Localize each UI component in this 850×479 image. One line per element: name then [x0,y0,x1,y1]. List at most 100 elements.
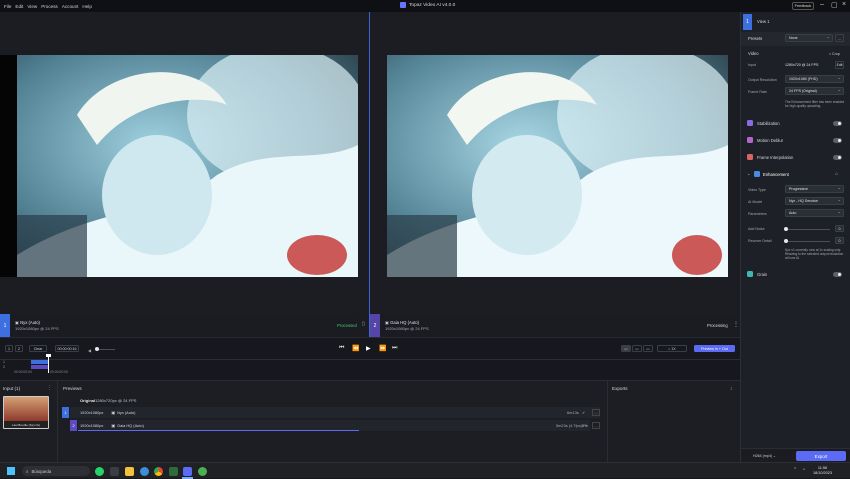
taskbar-clock[interactable]: 11:56 18/10/2023 [813,466,832,476]
playhead-handle[interactable] [46,354,51,357]
row-2-more-icon[interactable]: … [592,422,600,429]
crop-button[interactable]: ⌗ Crop [829,52,840,56]
minimize-icon[interactable]: – [820,1,824,8]
file-explorer-icon[interactable] [125,466,134,476]
zoom-select[interactable]: ⌕ 1X [657,345,687,352]
video-type-label: Video Type [748,188,766,192]
recover-detail-label: Recover Detail [748,239,772,243]
title-bar: File Edit View Process Account Help Topa… [0,0,850,12]
track-2-clip[interactable] [31,365,49,369]
edit-input-button[interactable]: Edit [835,61,844,69]
more-options-icon[interactable]: ⋮ [733,321,739,328]
presets-select[interactable]: None [785,34,833,42]
pane-1-info: ▣ Nyx (Auto) 1920x1080px @ 24 FPS Proces… [10,314,359,337]
taskbar-search[interactable]: ⌕ Búsqueda [22,466,90,476]
menu-edit[interactable]: Edit [15,4,23,9]
layout-split-icon[interactable]: ▭ [632,345,642,352]
menu-account[interactable]: Account [62,4,79,9]
lock-icon[interactable]: ⌂ [835,171,838,177]
topaz-logo-icon [400,2,406,8]
app-icon[interactable] [169,466,178,476]
video-frame-original[interactable] [17,55,358,277]
codec-select[interactable]: H264 (mp4) ⌄ [753,454,776,458]
export-button[interactable]: Export [796,451,846,461]
timecode-field[interactable]: 00:00:00:16 [55,345,79,352]
recover-detail-knob[interactable] [784,239,788,243]
view-label: View 1 [757,19,770,24]
step-back-icon[interactable]: ⏪ [352,345,359,352]
network-icon[interactable]: ◔ [802,467,805,473]
play-icon[interactable]: ▶ [366,345,371,352]
layout-single-icon[interactable]: ▭ [643,345,653,352]
menu-view[interactable]: View [27,4,37,9]
volume-knob[interactable] [95,347,99,351]
exports-sort-icon[interactable]: ↕ [730,386,733,392]
maximize-icon[interactable]: ▢ [831,1,838,9]
pane-1-subtitle: 1920x1080px @ 24 FPS [15,326,59,331]
preview-in-out-button[interactable]: Preview In + Out [694,345,735,352]
view-1-button[interactable]: 1 [5,345,13,352]
frame-interpolation-toggle[interactable] [833,155,842,160]
ai-model-select[interactable]: Nyx - HQ Denoise [785,197,844,205]
add-noise-slider[interactable] [785,229,830,230]
skip-end-icon[interactable]: ⏭ [392,345,397,352]
close-icon[interactable]: × [842,1,846,8]
letterbox-left [0,55,17,277]
menu-process[interactable]: Process [41,4,58,9]
view-2-button[interactable]: 2 [15,345,23,352]
model-icon: ▣ [15,320,19,325]
video-frame-enhanced[interactable] [387,55,728,277]
skip-start-icon[interactable]: ⏮ [339,345,344,352]
whatsapp-icon[interactable] [95,466,104,476]
edge-icon[interactable] [140,466,149,476]
motion-deblur-toggle[interactable] [833,138,842,143]
volume-icon[interactable]: ◀ [88,348,91,353]
playhead[interactable] [48,355,49,373]
output-resolution-label: Output Resolution [748,78,777,82]
swap-view-icon[interactable]: ▯ [362,321,365,327]
parameters-select[interactable]: Auto [785,209,844,217]
step-forward-icon[interactable]: ⏩ [379,345,386,352]
recover-detail-slider[interactable] [785,241,830,242]
menu-help[interactable]: Help [82,4,91,9]
add-noise-knob[interactable] [784,227,788,231]
previews-section-title: Previews [63,386,82,391]
tray-chevron-icon[interactable]: ⌃ [793,467,797,473]
compare-divider[interactable] [369,12,370,337]
preview-row-1[interactable]: 1920x1080px ▣ Nyx (Auto) 6m13s ✓ [70,407,600,418]
app-icon[interactable] [198,466,207,476]
task-view-icon[interactable] [110,466,119,476]
video-type-select[interactable]: Progressive [785,185,844,193]
preview-row-2-num: 2 [70,420,77,431]
track-1-clip[interactable] [31,360,49,364]
original-label: Original [80,398,96,403]
pane-1-number: 1 [0,314,10,337]
menu-file[interactable]: File [4,4,11,9]
search-icon: ⌕ [26,468,29,474]
feedback-button[interactable]: Feedback [792,2,814,10]
frame-rate-label: Frame Rate [748,90,767,94]
add-noise-label: Add Noise [748,227,765,231]
input-more-icon[interactable]: ⋮ [47,385,52,391]
presets-more-icon[interactable]: … [835,34,844,42]
layout-side-by-side-icon[interactable]: ▭ [621,345,631,352]
input-section-title: Input (1) [3,386,21,391]
ai-model-label: AI Model [748,200,763,204]
recover-detail-value[interactable]: 0 [835,237,844,244]
panel-divider [607,381,608,463]
collapse-chevron-icon[interactable]: ⌄ [747,171,750,176]
add-noise-value[interactable]: 0 [835,225,844,232]
output-resolution-select[interactable]: 1920x1080 (FHD) [785,75,844,83]
topaz-taskbar-icon[interactable] [183,466,192,476]
stabilization-toggle[interactable] [833,121,842,126]
windows-start-icon[interactable] [7,467,15,475]
row-1-more-icon[interactable]: … [592,409,600,416]
input-value: 1280x720 @ 24 FPS [785,63,819,67]
frame-rate-select[interactable]: 24 FPS (Original) [785,87,844,95]
chrome-icon[interactable] [154,466,163,476]
motion-deblur-label: Motion Deblur [757,138,784,143]
input-thumbnail[interactable]: Last Boodle (S)(.mlv) [3,396,49,429]
clear-button[interactable]: Clear [29,345,47,352]
grain-toggle[interactable] [833,272,842,277]
preview-row-1-num: 1 [62,407,69,418]
